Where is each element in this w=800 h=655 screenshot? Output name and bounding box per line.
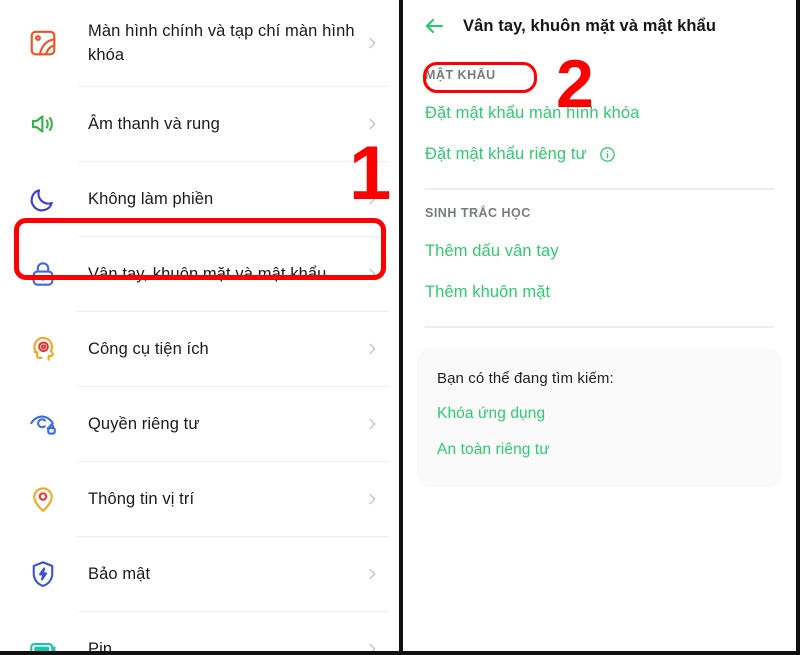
detail-item-label: Đặt mật khẩu riêng tư [425, 145, 587, 163]
settings-row-2[interactable]: Không làm phiền [0, 162, 399, 236]
suggestion-card-title: Bạn có thể đang tìm kiếm: [437, 370, 614, 387]
detail-item-0-1[interactable]: Đặt mật khẩu riêng tư [403, 123, 796, 164]
chevron-right-icon [363, 115, 381, 133]
shield-bolt-icon [26, 557, 60, 591]
section-separator [425, 326, 774, 328]
chevron-right-icon [363, 640, 381, 651]
battery-icon [30, 642, 56, 651]
chevron-right-icon [363, 490, 381, 508]
chevron-right-icon [363, 265, 381, 283]
settings-row-label: Bảo mật [88, 565, 151, 583]
settings-row-label: Không làm phiền [88, 190, 214, 208]
section-label-1: SINH TRẮC HỌC [425, 206, 531, 220]
suggestion-card: Bạn có thể đang tìm kiếm: Khóa ứng dụng A… [417, 50, 782, 487]
detail-item-0-0[interactable]: Đặt mật khẩu màn hình khóa [403, 82, 796, 123]
speaker-icon [26, 107, 60, 141]
suggestion-links: Khóa ứng dụng An toàn riêng tư [417, 405, 782, 459]
location-pin-icon [33, 487, 53, 512]
moon-icon [26, 182, 60, 216]
chevron-right-icon [363, 565, 381, 583]
detail-item-1-0[interactable]: Thêm dấu vân tay [403, 220, 796, 261]
moon-icon [30, 189, 53, 212]
settings-row-label: Quyền riêng tư [88, 415, 200, 433]
shield-bolt-icon [32, 561, 54, 587]
settings-list-panel: Màn hình chính và tạp chí màn hình khóa Â… [0, 0, 399, 655]
page-title: Vân tay, khuôn mặt và mật khẩu [463, 16, 717, 35]
section-label-0: MẬT KHẨU [425, 68, 496, 82]
head-tools-icon [26, 332, 60, 366]
detail-item-label: Đặt mật khẩu màn hình khóa [425, 104, 640, 122]
detail-header: Vân tay, khuôn mặt và mật khẩu [403, 0, 796, 52]
info-icon[interactable] [599, 146, 616, 163]
battery-icon [26, 632, 60, 651]
detail-sections: MẬT KHẨU Đặt mật khẩu màn hình khóa Đặt mậ… [403, 52, 796, 328]
detail-item-label: Thêm khuôn mặt [425, 283, 551, 301]
suggestion-link-1[interactable]: An toàn riêng tư [417, 441, 782, 459]
detail-item-label: Thêm dấu vân tay [425, 242, 559, 260]
speaker-icon [31, 115, 53, 133]
eye-privacy-icon [30, 415, 56, 435]
settings-row-5[interactable]: Quyền riêng tư [0, 387, 399, 461]
settings-list: Màn hình chính và tạp chí màn hình khóa Â… [0, 0, 399, 655]
settings-row-4[interactable]: Công cụ tiện ích [0, 312, 399, 386]
settings-row-3[interactable]: Vân tay, khuôn mặt và mật khẩu [0, 237, 399, 311]
settings-row-7[interactable]: Bảo mật [0, 537, 399, 611]
settings-row-8[interactable]: Pin [0, 612, 399, 655]
suggestion-link-0[interactable]: Khóa ứng dụng [417, 405, 782, 423]
chevron-right-icon [363, 415, 381, 433]
fingerprint-detail-panel: Vân tay, khuôn mặt và mật khẩu MẬT KHẨU Đ… [403, 0, 800, 655]
chevron-right-icon [363, 34, 381, 52]
wallpaper-icon [30, 30, 56, 56]
eye-privacy-icon [26, 407, 60, 441]
settings-row-label: Vân tay, khuôn mặt và mật khẩu [88, 265, 327, 283]
lock-icon [26, 257, 60, 291]
settings-row-label: Pin [88, 640, 113, 655]
chevron-right-icon [363, 340, 381, 358]
chevron-right-icon [363, 190, 381, 208]
settings-row-0[interactable]: Màn hình chính và tạp chí màn hình khóa [0, 0, 399, 86]
settings-row-label: Công cụ tiện ích [88, 340, 209, 358]
settings-row-6[interactable]: Thông tin vị trí [0, 462, 399, 536]
settings-row-label: Thông tin vị trí [88, 490, 195, 508]
settings-row-label: Màn hình chính và tạp chí màn hình khóa [88, 22, 355, 64]
settings-row-1[interactable]: Âm thanh và rung [0, 87, 399, 161]
settings-row-label: Âm thanh và rung [88, 115, 220, 133]
detail-item-1-1[interactable]: Thêm khuôn mặt [403, 261, 796, 302]
screenshot-root: Màn hình chính và tạp chí màn hình khóa Â… [0, 0, 800, 655]
back-arrow-icon[interactable] [419, 11, 449, 41]
lock-icon [32, 262, 54, 286]
head-tools-icon [33, 336, 54, 361]
location-pin-icon [26, 482, 60, 516]
wallpaper-icon [26, 26, 60, 60]
